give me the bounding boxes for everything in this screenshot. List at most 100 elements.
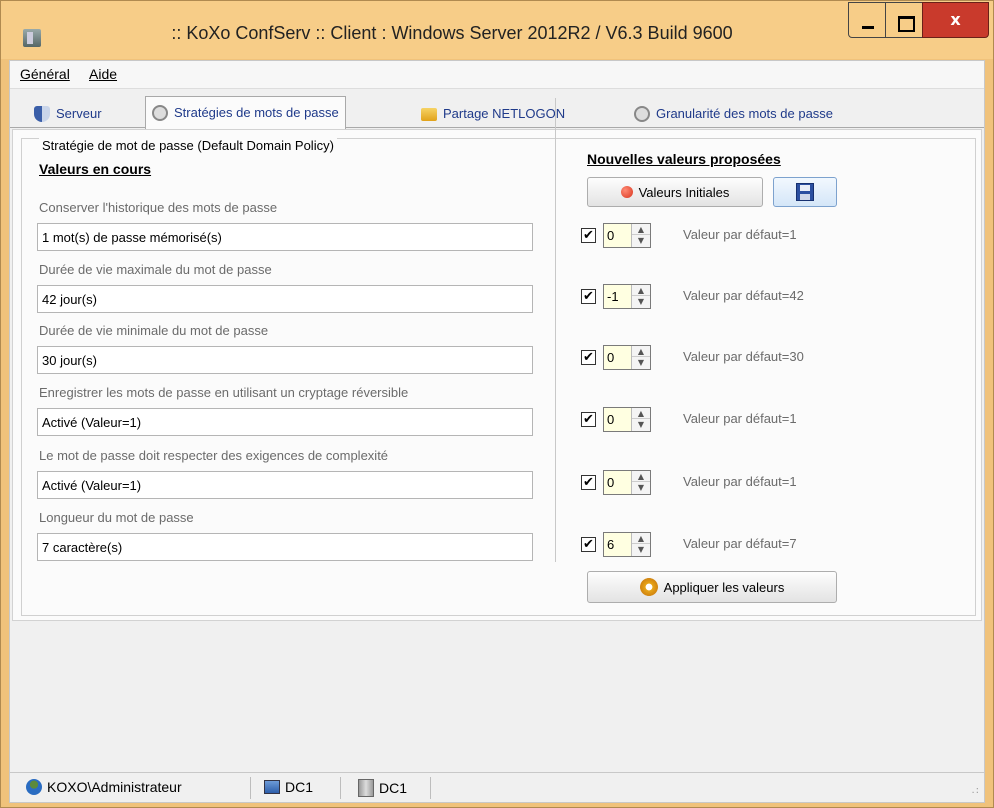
floppy-disk-icon xyxy=(796,183,814,201)
reset-values-button[interactable]: Valeurs Initiales xyxy=(587,177,763,207)
menu-aide[interactable]: Aide xyxy=(89,66,117,82)
gear-icon xyxy=(639,578,658,596)
status-server: DC1 xyxy=(358,779,407,797)
spinner-value: 0 xyxy=(607,228,615,243)
status-computer-label: DC1 xyxy=(285,779,314,795)
maximize-button[interactable] xyxy=(885,2,923,38)
default-value-label: Valeur par défaut=1 xyxy=(683,474,797,489)
spin-up-icon[interactable]: ▲ xyxy=(632,224,650,235)
row-checkbox[interactable]: ✔ xyxy=(581,289,596,304)
status-separator xyxy=(340,777,341,799)
tab-netlogon-label: Partage NETLOGON xyxy=(443,106,566,121)
tab-granularite[interactable]: Granularité des mots de passe xyxy=(628,100,839,128)
spinner-buttons: ▲ ▼ xyxy=(631,285,650,308)
spin-up-icon[interactable]: ▲ xyxy=(632,533,650,544)
default-value-label: Valeur par défaut=7 xyxy=(683,536,797,551)
field-label-history: Conserver l'historique des mots de passe xyxy=(39,200,278,215)
spin-down-icon[interactable]: ▼ xyxy=(632,235,650,246)
column-divider xyxy=(555,98,556,562)
field-value-max-age: 42 jour(s) xyxy=(37,285,533,313)
spinner-buttons: ▲ ▼ xyxy=(631,224,650,247)
spin-up-icon[interactable]: ▲ xyxy=(632,471,650,482)
value-spinner[interactable]: 0 ▲ ▼ xyxy=(603,470,651,495)
lock-icon xyxy=(634,106,650,122)
minimize-button[interactable] xyxy=(848,2,886,38)
spin-up-icon[interactable]: ▲ xyxy=(632,408,650,419)
apply-values-button[interactable]: Appliquer les valeurs xyxy=(587,571,837,603)
spin-down-icon[interactable]: ▼ xyxy=(632,482,650,493)
value-spinner[interactable]: -1 ▲ ▼ xyxy=(603,284,651,309)
shield-icon xyxy=(34,106,50,122)
field-value-length: 7 caractère(s) xyxy=(37,533,533,561)
tab-serveur[interactable]: Serveur xyxy=(28,100,108,128)
field-label-reversible: Enregistrer les mots de passe en utilisa… xyxy=(39,385,409,400)
row-checkbox[interactable]: ✔ xyxy=(581,475,596,490)
value-spinner[interactable]: 6 ▲ ▼ xyxy=(603,532,651,557)
spinner-value: 6 xyxy=(607,537,615,552)
title-bar[interactable]: :: KoXo ConfServ :: Client : Windows Ser… xyxy=(1,1,993,59)
field-value-reversible: Activé (Valeur=1) xyxy=(37,408,533,436)
spinner-value: 0 xyxy=(607,350,615,365)
menu-general-label: Général xyxy=(20,66,70,82)
save-button[interactable] xyxy=(773,177,837,207)
tab-netlogon[interactable]: Partage NETLOGON xyxy=(415,100,571,128)
app-window: :: KoXo ConfServ :: Client : Windows Ser… xyxy=(0,0,994,808)
field-label-min-age: Durée de vie minimale du mot de passe xyxy=(39,323,269,338)
apply-values-label: Appliquer les valeurs xyxy=(663,579,785,595)
tab-strip: Serveur Stratégies de mots de passe Part… xyxy=(10,94,984,129)
menu-general[interactable]: Général xyxy=(20,66,70,82)
spinner-value: -1 xyxy=(607,289,619,304)
proposed-values-heading: Nouvelles valeurs proposées xyxy=(587,151,781,167)
default-value-label: Valeur par défaut=1 xyxy=(683,411,797,426)
window-title: :: KoXo ConfServ :: Client : Windows Ser… xyxy=(171,23,733,43)
field-label-length: Longueur du mot de passe xyxy=(39,510,194,525)
row-checkbox[interactable]: ✔ xyxy=(581,412,596,427)
default-value-label: Valeur par défaut=42 xyxy=(683,288,804,303)
user-icon xyxy=(26,779,42,795)
status-bar: KOXO\Administrateur DC1 DC1 .: xyxy=(10,772,984,802)
spin-down-icon[interactable]: ▼ xyxy=(632,419,650,430)
spinner-value: 0 xyxy=(607,412,615,427)
folder-icon xyxy=(421,107,437,121)
status-computer: DC1 xyxy=(264,779,313,795)
row-checkbox[interactable]: ✔ xyxy=(581,350,596,365)
menu-aide-label: Aide xyxy=(89,66,118,82)
tab-strategies-label: Stratégies de mots de passe xyxy=(174,105,339,120)
groupbox-title: Stratégie de mot de passe (Default Domai… xyxy=(39,138,337,153)
computer-icon xyxy=(264,780,280,794)
spin-up-icon[interactable]: ▲ xyxy=(632,285,650,296)
default-value-label: Valeur par défaut=1 xyxy=(683,227,797,242)
field-value-history: 1 mot(s) de passe mémorisé(s) xyxy=(37,223,533,251)
red-dot-icon xyxy=(620,186,633,198)
close-icon: x xyxy=(950,10,961,29)
tab-serveur-label: Serveur xyxy=(56,106,102,121)
field-value-min-age: 30 jour(s) xyxy=(37,346,533,374)
close-button[interactable]: x xyxy=(922,2,989,38)
spin-down-icon[interactable]: ▼ xyxy=(632,357,650,368)
spinner-buttons: ▲ ▼ xyxy=(631,408,650,431)
spin-up-icon[interactable]: ▲ xyxy=(632,346,650,357)
spinner-buttons: ▲ ▼ xyxy=(631,533,650,556)
status-separator xyxy=(250,777,251,799)
default-value-label: Valeur par défaut=30 xyxy=(683,349,804,364)
spinner-buttons: ▲ ▼ xyxy=(631,346,650,369)
value-spinner[interactable]: 0 ▲ ▼ xyxy=(603,407,651,432)
status-server-label: DC1 xyxy=(379,780,408,796)
server-icon xyxy=(358,779,374,797)
row-checkbox[interactable]: ✔ xyxy=(581,537,596,552)
row-checkbox[interactable]: ✔ xyxy=(581,228,596,243)
value-spinner[interactable]: 0 ▲ ▼ xyxy=(603,345,651,370)
spin-down-icon[interactable]: ▼ xyxy=(632,296,650,307)
status-user-label: KOXO\Administrateur xyxy=(47,779,182,795)
resize-grip-icon[interactable]: .: xyxy=(971,785,980,796)
spin-down-icon[interactable]: ▼ xyxy=(632,544,650,555)
lock-icon xyxy=(152,105,168,121)
tab-strategies[interactable]: Stratégies de mots de passe xyxy=(145,96,346,129)
current-values-heading: Valeurs en cours xyxy=(39,161,152,177)
status-separator xyxy=(430,777,431,799)
reset-values-label: Valeurs Initiales xyxy=(638,184,730,200)
status-user: KOXO\Administrateur xyxy=(26,779,182,795)
menu-bar: Général Aide xyxy=(10,61,984,89)
value-spinner[interactable]: 0 ▲ ▼ xyxy=(603,223,651,248)
field-label-max-age: Durée de vie maximale du mot de passe xyxy=(39,262,272,277)
